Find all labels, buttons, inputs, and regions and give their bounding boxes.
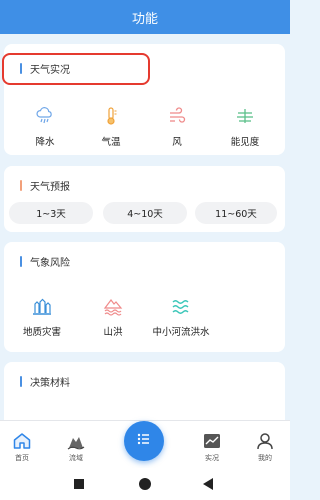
wind-icon xyxy=(166,105,188,127)
weather-live-title: 天气实况 xyxy=(20,61,70,76)
chart-icon xyxy=(202,431,222,451)
weather-item-label: 气温 xyxy=(101,137,121,148)
recent-apps-icon[interactable] xyxy=(74,479,84,489)
weather-item-visibility[interactable]: 能见度 xyxy=(210,105,280,148)
weather-item-precipitation[interactable]: 降水 xyxy=(10,105,80,148)
forecast-range-label: 11~60天 xyxy=(215,209,257,220)
page-title: 功能 xyxy=(131,11,158,27)
forecast-title-text: 天气预报 xyxy=(30,182,70,193)
rain-cloud-icon xyxy=(34,105,56,127)
system-nav-bar xyxy=(0,468,290,500)
title-accent-bar xyxy=(20,256,22,267)
tab-label: 首页 xyxy=(15,454,29,462)
risk-item-flash-flood[interactable]: 山洪 xyxy=(78,295,148,338)
home-icon xyxy=(12,431,32,451)
weather-item-label: 能见度 xyxy=(230,137,260,148)
app-header: 功能 xyxy=(0,0,290,34)
tab-live[interactable]: 实况 xyxy=(192,421,232,469)
title-accent-bar xyxy=(20,376,22,387)
back-icon[interactable] xyxy=(203,478,213,490)
tab-home[interactable]: 首页 xyxy=(2,421,42,469)
user-icon xyxy=(255,431,275,451)
flash-flood-icon xyxy=(102,295,124,317)
title-accent-bar xyxy=(20,63,22,74)
meteo-risk-card: 气象风险 地质灾害 山洪 中小河流洪水 xyxy=(4,242,285,352)
weather-live-card: 天气实况 降水 气温 风 能见度 xyxy=(4,44,285,155)
weather-item-temperature[interactable]: 气温 xyxy=(76,105,146,148)
forecast-title: 天气预报 xyxy=(20,178,70,193)
weather-live-title-text: 天气实况 xyxy=(30,65,70,76)
menu-icon xyxy=(136,431,152,451)
home-circle-icon[interactable] xyxy=(139,478,151,490)
forecast-range-1-3[interactable]: 1~3天 xyxy=(9,202,93,224)
river-flood-icon xyxy=(170,295,192,317)
tab-label: 流域 xyxy=(69,454,83,462)
tab-mine[interactable]: 我的 xyxy=(245,421,285,469)
meteo-risk-title-text: 气象风险 xyxy=(30,258,70,269)
risk-item-geological-disaster[interactable]: 地质灾害 xyxy=(7,295,77,338)
forecast-range-label: 4~10天 xyxy=(127,209,163,220)
center-menu-button[interactable] xyxy=(124,421,164,461)
landslide-icon xyxy=(31,295,53,317)
forecast-range-label: 1~3天 xyxy=(36,209,66,220)
decision-title: 决策材料 xyxy=(20,374,70,389)
tab-label: 实况 xyxy=(205,454,219,462)
risk-item-label: 中小河流洪水 xyxy=(152,327,210,338)
risk-item-label: 地质灾害 xyxy=(22,327,61,338)
title-accent-bar xyxy=(20,180,22,191)
visibility-icon xyxy=(234,105,256,127)
tab-basin[interactable]: 流域 xyxy=(56,421,96,469)
weather-item-wind[interactable]: 风 xyxy=(142,105,212,148)
forecast-range-4-10[interactable]: 4~10天 xyxy=(103,202,187,224)
forecast-range-11-60[interactable]: 11~60天 xyxy=(195,202,277,224)
decision-title-text: 决策材料 xyxy=(30,378,70,389)
risk-item-river-flood[interactable]: 中小河流洪水 xyxy=(146,295,216,338)
weather-item-label: 风 xyxy=(172,137,182,148)
risk-item-label: 山洪 xyxy=(103,327,123,338)
weather-item-label: 降水 xyxy=(35,137,55,148)
meteo-risk-title: 气象风险 xyxy=(20,254,70,269)
thermometer-icon xyxy=(100,105,122,127)
tab-label: 我的 xyxy=(258,454,272,462)
basin-icon xyxy=(66,431,86,451)
